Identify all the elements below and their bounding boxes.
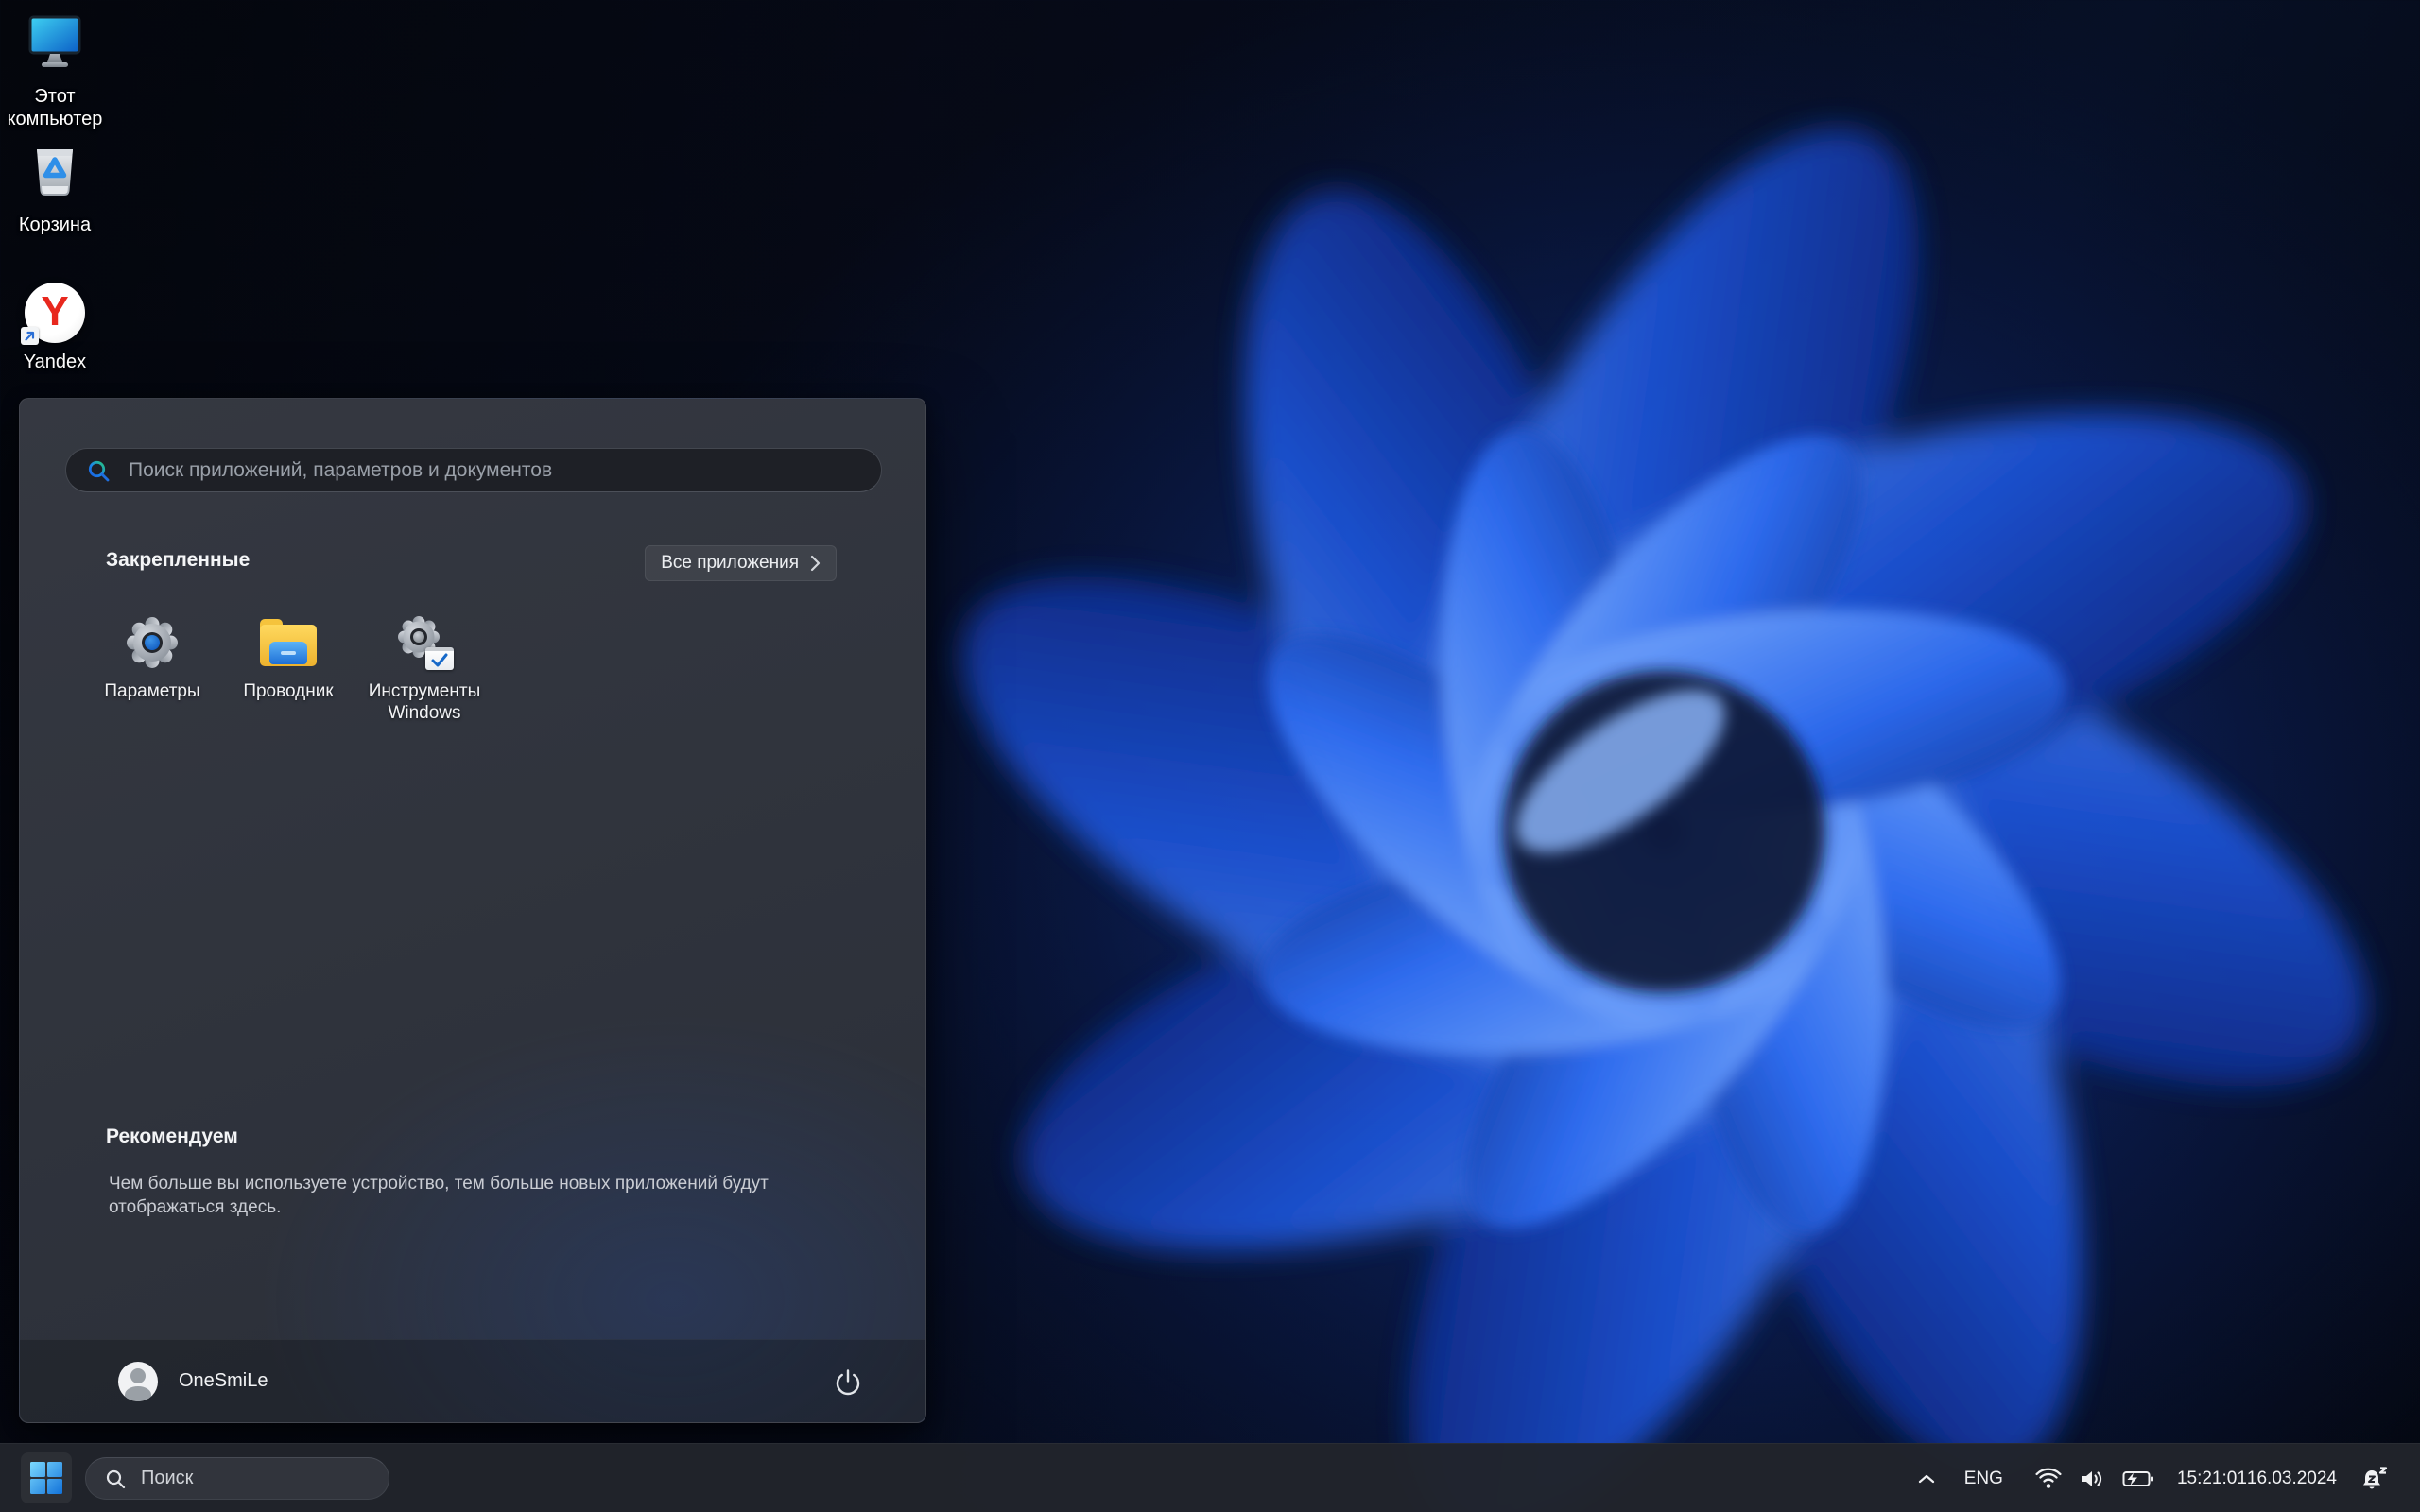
quick-settings-button[interactable] xyxy=(2024,1454,2164,1503)
recycle-bin-icon xyxy=(25,140,85,206)
clock[interactable]: 15:21:01 16.03.2024 xyxy=(2173,1454,2341,1503)
shortcut-arrow-icon xyxy=(21,327,39,345)
start-menu-search-input[interactable] xyxy=(66,449,881,491)
start-menu-panel: Закрепленные Все приложения Параметры xyxy=(19,398,926,1423)
start-menu-search xyxy=(65,448,882,492)
checkmark-card-icon xyxy=(425,647,454,670)
power-button[interactable] xyxy=(825,1359,871,1404)
start-menu-footer: OneSmiLe xyxy=(20,1339,925,1422)
recommended-empty-text: Чем больше вы используете устройство, те… xyxy=(109,1174,769,1217)
language-indicator[interactable]: ENG xyxy=(1953,1454,2014,1503)
all-apps-label: Все приложения xyxy=(661,553,799,573)
notification-center-button[interactable] xyxy=(2350,1454,2397,1503)
all-apps-button[interactable]: Все приложения xyxy=(645,545,837,581)
file-explorer-folder-icon xyxy=(260,614,317,671)
settings-gear-icon xyxy=(126,614,179,671)
taskbar-search-input[interactable] xyxy=(86,1458,389,1499)
do-not-disturb-bell-icon xyxy=(2363,1466,2388,1488)
chevron-right-icon xyxy=(810,555,821,572)
desktop-icon-recycle-bin[interactable]: Корзина xyxy=(0,140,110,236)
app-tile-windows-tools[interactable]: Инструменты Windows xyxy=(356,609,493,724)
desktop-icon-label: Этот компьютер xyxy=(7,86,103,129)
taskbar-search xyxy=(85,1457,389,1500)
desktop: Этот компьютер Корзина Y Yandex Поиск пр… xyxy=(0,0,2420,1512)
pinned-apps-row: Параметры Проводник Инструменты Windows xyxy=(84,609,493,724)
desktop-icon-label: Корзина xyxy=(18,215,92,235)
yandex-y-letter: Y xyxy=(41,288,69,335)
tray-overflow-button[interactable] xyxy=(1910,1454,1944,1503)
power-icon xyxy=(836,1368,860,1395)
app-label: Инструменты Windows xyxy=(368,681,481,723)
app-tile-settings[interactable]: Параметры xyxy=(84,609,220,724)
wifi-icon xyxy=(2035,1468,2062,1488)
yandex-browser-icon: Y xyxy=(21,277,85,345)
windows-tools-icon xyxy=(395,614,454,671)
user-name: OneSmiLe xyxy=(179,1370,268,1391)
windows-logo-icon xyxy=(30,1462,62,1494)
battery-charging-icon xyxy=(2122,1470,2153,1486)
chevron-up-icon xyxy=(1918,1474,1934,1483)
tray-date: 16.03.2024 xyxy=(2246,1469,2337,1488)
taskbar: ENG 1 xyxy=(0,1443,2420,1512)
app-label: Проводник xyxy=(243,681,334,701)
app-tile-explorer[interactable]: Проводник xyxy=(220,609,356,724)
recommended-section-title: Рекомендуем xyxy=(106,1125,238,1147)
desktop-icon-this-pc[interactable]: Этот компьютер xyxy=(0,11,110,130)
user-profile-button[interactable]: OneSmiLe xyxy=(111,1354,282,1409)
start-button[interactable] xyxy=(21,1452,72,1503)
desktop-icon-label: Yandex xyxy=(23,352,87,372)
desktop-icon-yandex[interactable]: Y Yandex xyxy=(0,277,110,373)
this-pc-icon xyxy=(24,11,86,77)
system-tray: ENG 15:21:01 16.03.2024 xyxy=(1910,1444,2420,1512)
volume-icon xyxy=(2081,1470,2102,1486)
pinned-section-title: Закрепленные xyxy=(106,549,251,571)
tray-time: 15:21:01 xyxy=(2176,1469,2247,1488)
user-avatar xyxy=(118,1361,158,1401)
app-label: Параметры xyxy=(104,681,200,701)
